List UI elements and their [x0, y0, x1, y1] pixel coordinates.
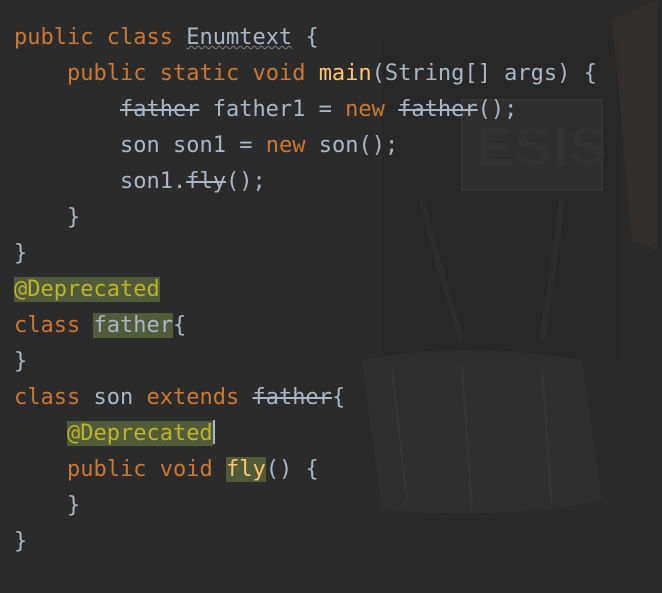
code-line: class son extends father{ — [14, 380, 662, 416]
code-line: public void fly() { — [14, 452, 662, 488]
code-line: } — [14, 488, 662, 524]
class-name: son — [93, 385, 133, 410]
deprecated-parent: father — [252, 385, 331, 410]
code-line: } — [14, 524, 662, 560]
brace: } — [67, 493, 80, 518]
text-cursor — [213, 420, 215, 444]
params: () { — [266, 457, 319, 482]
keyword: new — [266, 133, 306, 158]
code-line: father father1 = new father(); — [14, 92, 662, 128]
code-line: class father{ — [14, 308, 662, 344]
deprecated-call: fly — [186, 169, 226, 194]
brace: } — [14, 241, 27, 266]
keyword: public — [67, 61, 146, 86]
annotation: @Deprecated — [14, 277, 160, 302]
keyword: class — [14, 313, 80, 338]
keyword: class — [107, 25, 173, 50]
code-line: public static void main(String[] args) { — [14, 56, 662, 92]
code-line: } — [14, 200, 662, 236]
code-line: } — [14, 236, 662, 272]
brace: { — [332, 385, 345, 410]
deprecated-type: father — [120, 97, 199, 122]
method-name: main — [319, 61, 372, 86]
keyword: new — [345, 97, 385, 122]
code-editor[interactable]: public class Enumtext { public static vo… — [0, 0, 662, 560]
object-ref: son1. — [120, 169, 186, 194]
method-name: fly — [226, 457, 266, 482]
brace: { — [305, 25, 318, 50]
brace: } — [67, 205, 80, 230]
code-line: @Deprecated — [14, 272, 662, 308]
code-line: } — [14, 344, 662, 380]
keyword: void — [252, 61, 305, 86]
keyword: void — [160, 457, 213, 482]
code-line: @Deprecated — [14, 416, 662, 452]
code-line: son1.fly(); — [14, 164, 662, 200]
deprecated-ctor: father — [398, 97, 477, 122]
brace: { — [173, 313, 186, 338]
annotation: @Deprecated — [67, 421, 213, 446]
params: (String[] args) { — [372, 61, 597, 86]
code-line: son son1 = new son(); — [14, 128, 662, 164]
class-name: father — [93, 313, 172, 338]
keyword: extends — [146, 385, 239, 410]
type: son — [120, 133, 160, 158]
keyword: static — [160, 61, 239, 86]
variable: father1 — [213, 97, 306, 122]
variable: son1 — [173, 133, 226, 158]
brace: } — [14, 529, 27, 554]
keyword: class — [14, 385, 80, 410]
ctor: son — [319, 133, 359, 158]
keyword: public — [14, 25, 93, 50]
class-name: Enumtext — [186, 25, 292, 50]
code-line: public class Enumtext { — [14, 20, 662, 56]
keyword: public — [67, 457, 146, 482]
brace: } — [14, 349, 27, 374]
